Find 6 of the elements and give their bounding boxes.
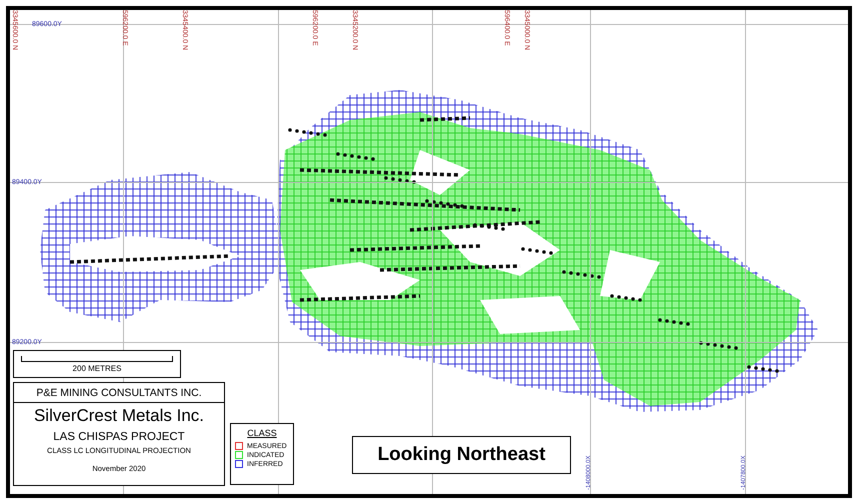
view-direction-label: Looking Northeast xyxy=(352,436,571,474)
project-name: LAS CHISPAS PROJECT xyxy=(53,431,185,443)
scale-label: 200 METRES xyxy=(72,364,122,373)
legend-title: CLASS xyxy=(246,428,278,438)
consultant-name: P&E MINING CONSULTANTS INC. xyxy=(14,383,224,403)
client-name: SilverCrest Metals Inc. xyxy=(34,406,204,426)
